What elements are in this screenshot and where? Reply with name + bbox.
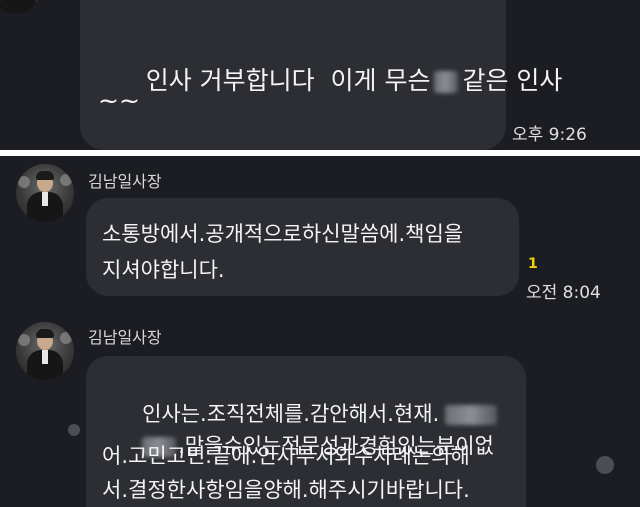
background-bokeh: [596, 456, 614, 474]
background-bokeh: [68, 424, 80, 436]
avatar[interactable]: [16, 322, 74, 380]
unread-count-badge: 1: [528, 256, 538, 272]
message-text: 인사 거부합니다 이게 무슨: [145, 66, 431, 95]
sender-name: 김남일사장: [88, 172, 162, 191]
message-bubble-incoming[interactable]: 소통방에서.공개적으로하신말씀에.책임을 지셔야합니다.: [86, 198, 519, 296]
chat-panel-top: 인사 거부합니다 이게 무슨 같은 인사 ~~ 오후 9:26: [0, 0, 640, 150]
message-bubble-incoming[interactable]: 인사는.조직전체를.감안해서.현재. .맡을수있는적문성과경험있는분이없 어.고…: [86, 356, 526, 507]
timestamp: 오후 9:26: [512, 125, 587, 145]
message-text: 지셔야합니다.: [102, 258, 225, 282]
chat-panel-bottom: 김남일사장 소통방에서.공개적으로하신말씀에.책임을 지셔야합니다. 1 오전 …: [0, 156, 640, 507]
message-text: 서.결정한사항임을양해.해주시기바랍니다.: [102, 478, 470, 502]
timestamp: 오전 8:04: [526, 283, 601, 303]
message-text: 같은 인사: [462, 66, 563, 95]
message-text: 어.고민고민.끝에.인사부서와수차례논의해: [102, 444, 470, 468]
redacted-blur: [434, 71, 459, 93]
message-bubble-outgoing[interactable]: 인사 거부합니다 이게 무슨 같은 인사 ~~: [80, 0, 562, 150]
sender-name: 김남일사장: [88, 328, 162, 347]
avatar[interactable]: [0, 0, 40, 14]
message-line: 인사 거부합니다 이게 무슨 같은 인사: [98, 32, 563, 126]
avatar[interactable]: [16, 164, 74, 222]
message-text: ~~: [98, 86, 140, 115]
message-text: 소통방에서.공개적으로하신말씀에.책임을: [102, 222, 464, 246]
